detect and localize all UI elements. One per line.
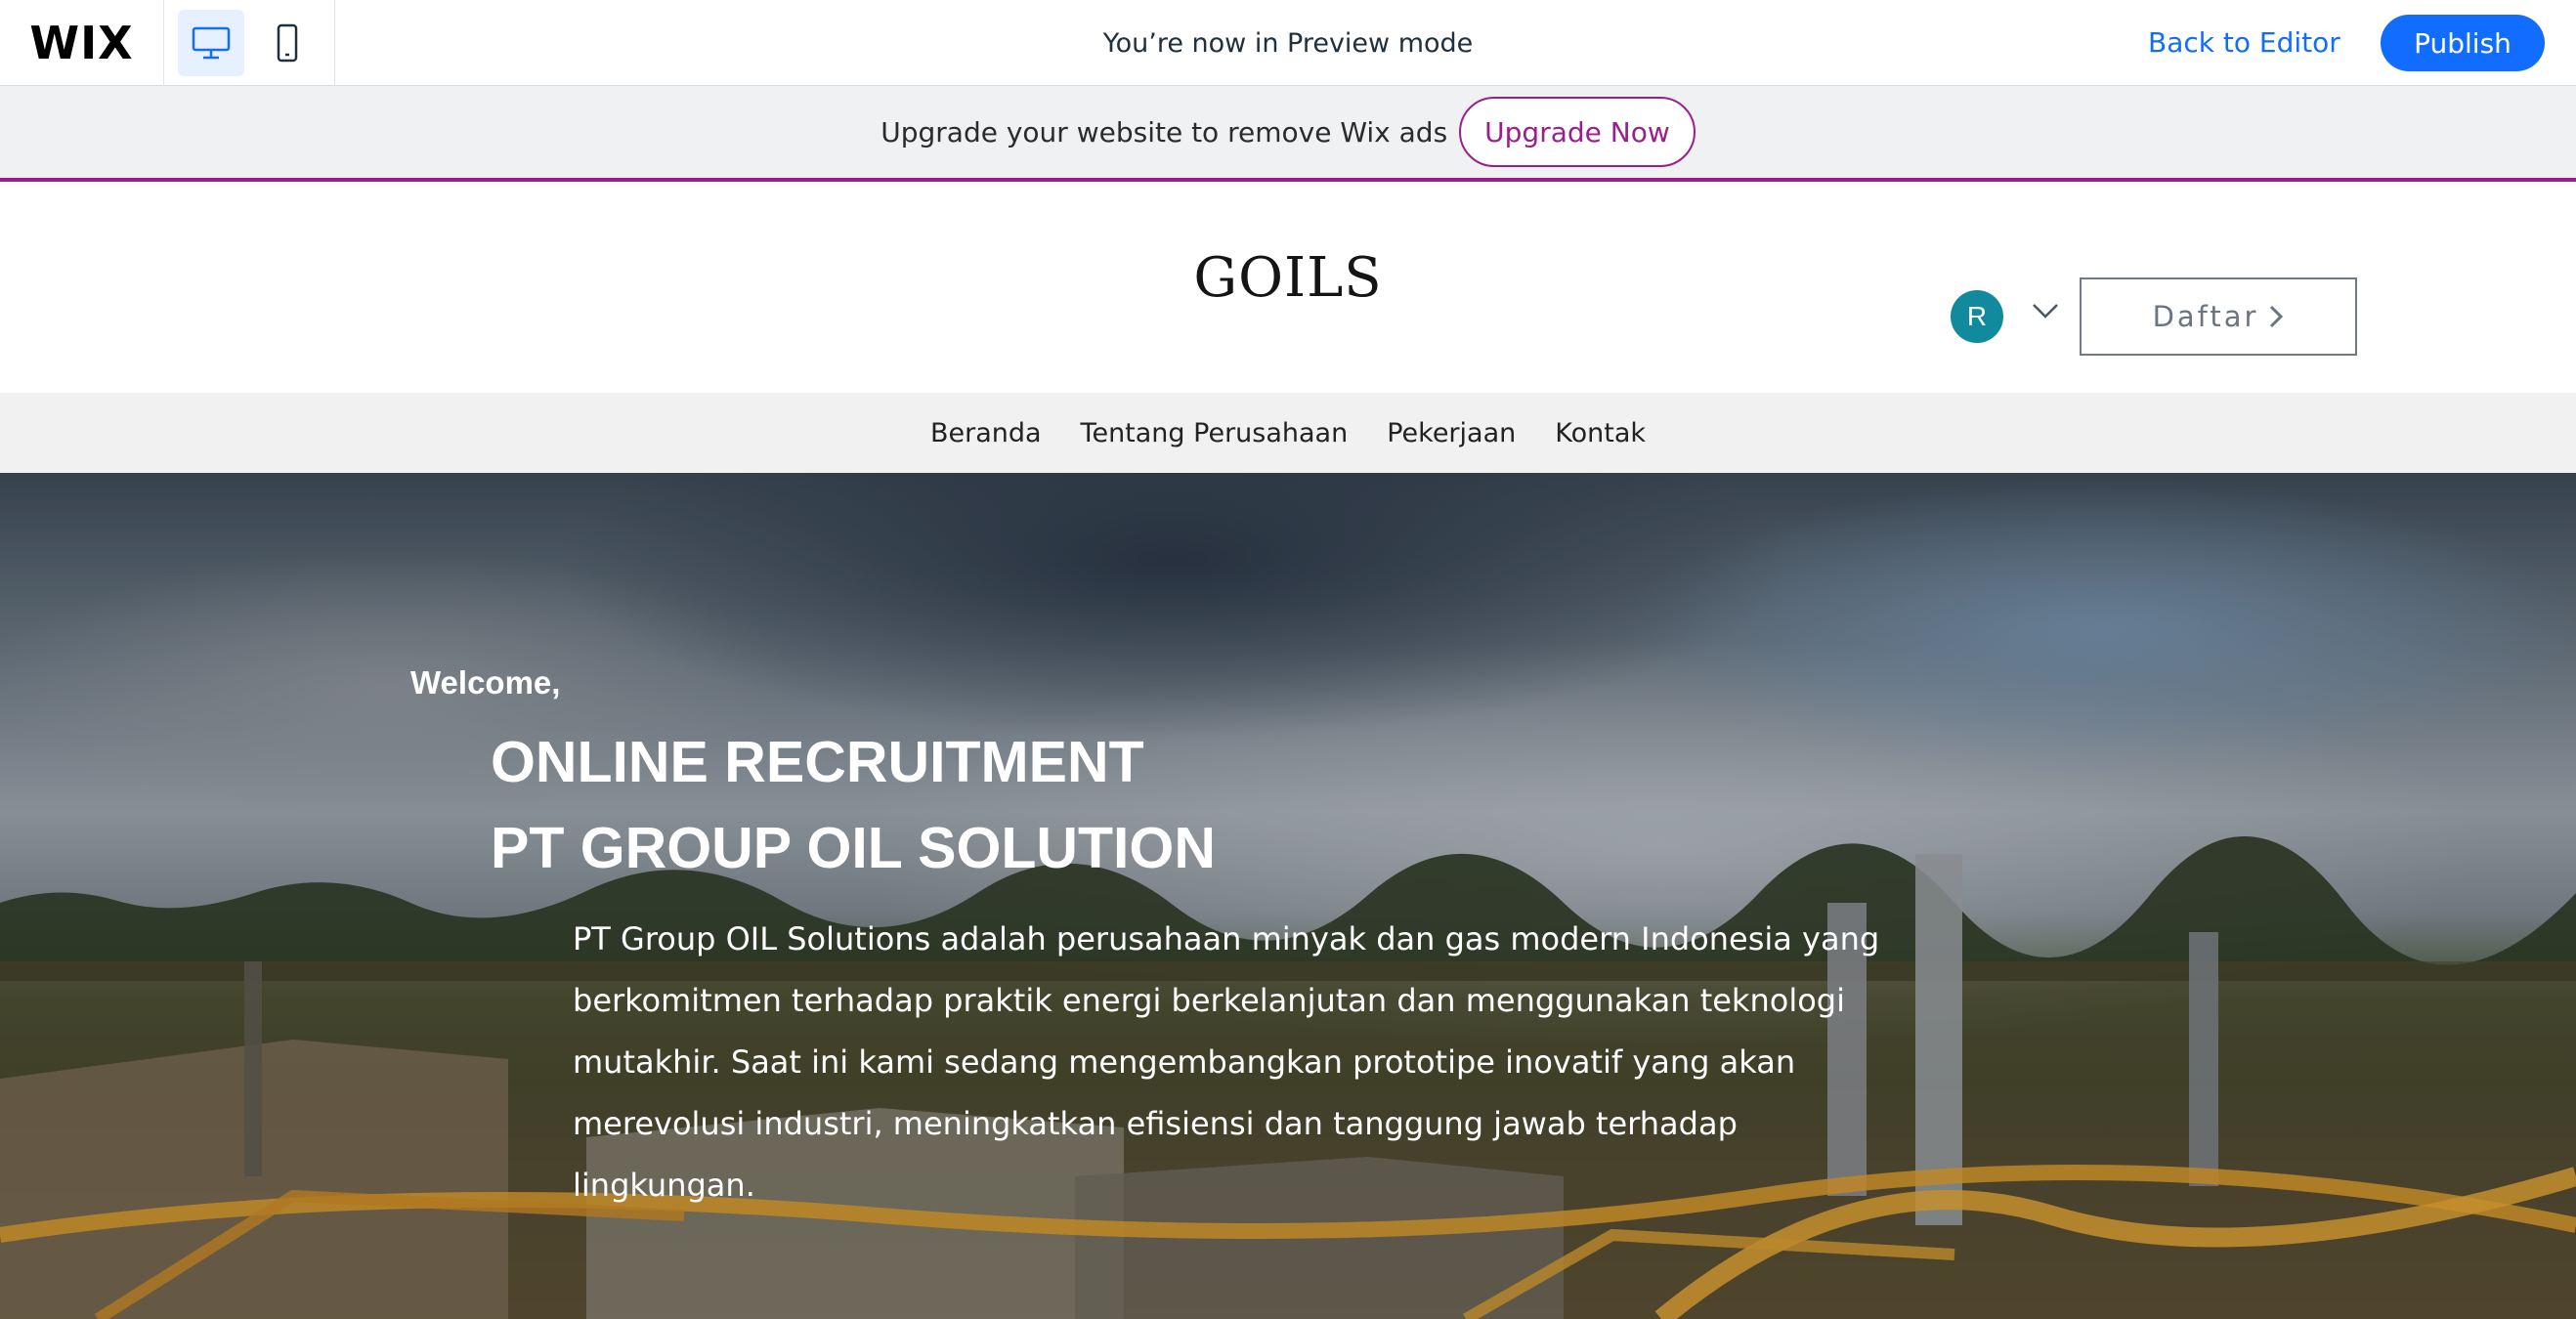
- nav-item-tentang-perusahaan[interactable]: Tentang Perusahaan: [1081, 418, 1349, 448]
- publish-button[interactable]: Publish: [2381, 15, 2545, 71]
- site-header: GOILS R Daftar: [0, 186, 2576, 393]
- avatar[interactable]: R: [1951, 290, 2003, 343]
- mobile-icon: [277, 23, 298, 62]
- hero-description: PT Group OIL Solutions adalah perusahaan…: [573, 920, 1880, 1204]
- nav-item-pekerjaan[interactable]: Pekerjaan: [1387, 418, 1516, 448]
- wix-logo[interactable]: WIX: [0, 0, 164, 86]
- site-title[interactable]: GOILS: [1093, 246, 1483, 310]
- wix-logo-text: WIX: [29, 16, 134, 69]
- nav-item-kontak[interactable]: Kontak: [1555, 418, 1646, 448]
- hero-welcome: Welcome,: [410, 664, 561, 701]
- back-to-editor-link[interactable]: Back to Editor: [2148, 21, 2340, 64]
- signup-button[interactable]: Daftar: [2080, 277, 2357, 356]
- desktop-view-button[interactable]: [178, 9, 244, 76]
- chevron-right-icon: [2270, 305, 2284, 328]
- hero-section: Welcome, ONLINE RECRUITMENT PT GROUP OIL…: [0, 473, 2576, 1319]
- wix-preview-bar: WIX You’re now in Preview mode Back to E…: [0, 0, 2576, 86]
- desktop-icon: [192, 26, 231, 59]
- upgrade-banner: Upgrade your website to remove Wix ads U…: [0, 86, 2576, 182]
- upgrade-banner-text: Upgrade your website to remove Wix ads: [880, 115, 1448, 149]
- signup-button-label: Daftar: [2152, 300, 2259, 333]
- main-nav: Beranda Tentang Perusahaan Pekerjaan Kon…: [0, 393, 2576, 473]
- hero-title-line1: ONLINE RECRUITMENT: [491, 730, 1144, 794]
- upgrade-now-button[interactable]: Upgrade Now: [1459, 97, 1696, 167]
- mobile-view-button[interactable]: [254, 10, 321, 76]
- nav-item-beranda[interactable]: Beranda: [930, 418, 1042, 448]
- device-toggle-group: [164, 0, 335, 86]
- chevron-down-icon[interactable]: [2031, 301, 2060, 320]
- hero-title-line2: PT GROUP OIL SOLUTION: [491, 816, 1216, 880]
